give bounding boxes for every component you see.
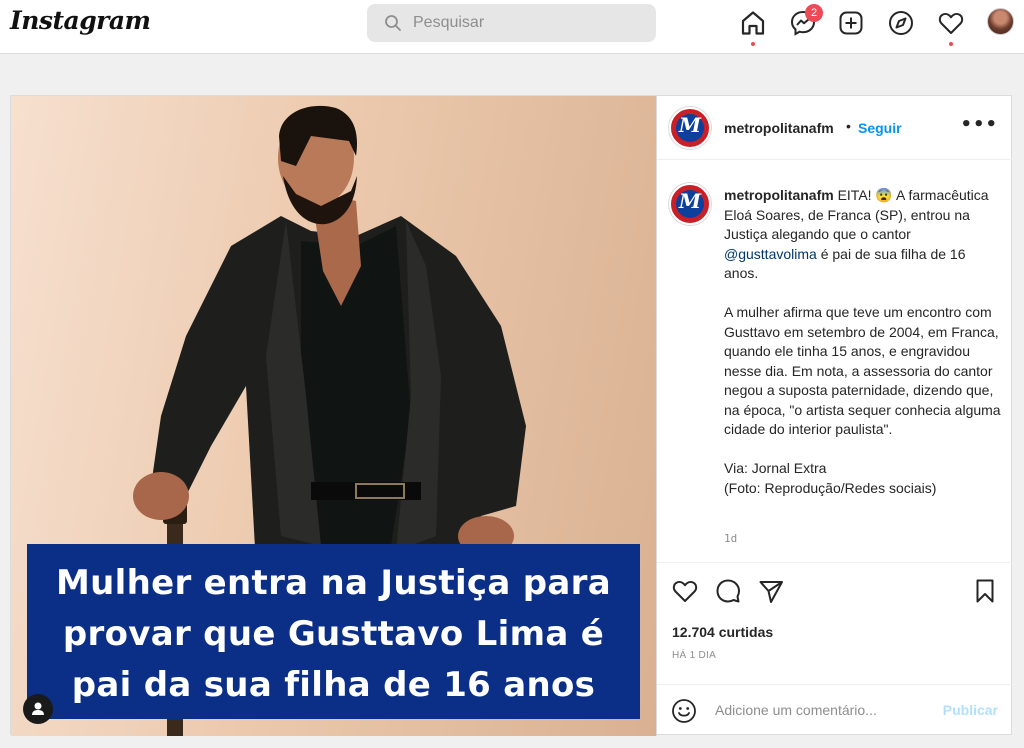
caption-photo-credit: (Foto: Reprodução/Redes sociais) bbox=[724, 479, 937, 496]
post-sidebar: M metropolitanafm • Seguir ••• M metropo… bbox=[656, 96, 1014, 736]
activity-button[interactable] bbox=[937, 9, 965, 37]
post-image[interactable]: Mulher entra na Justiça para provar que … bbox=[11, 96, 656, 736]
share-icon bbox=[759, 581, 783, 603]
post-header: M metropolitanafm • Seguir ••• bbox=[657, 96, 1014, 160]
like-button[interactable] bbox=[671, 577, 699, 605]
home-notification-dot bbox=[751, 42, 755, 46]
mention-link[interactable]: @gusttavolima bbox=[724, 246, 817, 262]
comment-button[interactable] bbox=[714, 577, 742, 605]
new-post-button[interactable] bbox=[837, 9, 865, 37]
instagram-logo[interactable]: Instagram bbox=[10, 6, 151, 35]
banner-line-2: provar que Gusttavo Lima é bbox=[62, 614, 605, 654]
caption-paragraph-3: Via: Jornal Extra (Foto: Reprodução/Redes… bbox=[724, 459, 1002, 498]
banner-line-1: Mulher entra na Justiça para bbox=[56, 563, 611, 603]
comment-icon bbox=[716, 579, 740, 603]
avatar-logo-mark: M bbox=[678, 113, 702, 137]
caption-paragraph-2: A mulher afirma que teve um encontro com… bbox=[724, 304, 1001, 437]
post-actions bbox=[657, 562, 1014, 622]
new-post-icon bbox=[839, 11, 863, 35]
caption-source: Via: Jornal Extra bbox=[724, 460, 827, 476]
share-button[interactable] bbox=[757, 577, 785, 605]
headline-banner: Mulher entra na Justiça para provar que … bbox=[27, 544, 640, 719]
post-card: Mulher entra na Justiça para provar que … bbox=[10, 95, 1014, 736]
explore-button[interactable] bbox=[887, 9, 915, 37]
comment-input[interactable] bbox=[715, 699, 925, 721]
home-icon bbox=[741, 11, 765, 35]
activity-heart-icon bbox=[938, 13, 964, 34]
comment-bar: Publicar bbox=[657, 684, 1014, 736]
bookmark-icon bbox=[976, 579, 994, 603]
heart-icon bbox=[672, 581, 698, 602]
home-button[interactable] bbox=[739, 9, 767, 37]
caption-username[interactable]: metropolitanafm bbox=[724, 187, 834, 203]
search-input[interactable] bbox=[413, 12, 643, 34]
avatar-logo-mark: M bbox=[678, 189, 702, 213]
likes-count[interactable]: 12.704 curtidas bbox=[672, 624, 773, 640]
post-caption: metropolitanafm EITA! 😨 A farmacêutica E… bbox=[724, 186, 1002, 518]
banner-line-3: pai da sua filha de 16 anos bbox=[71, 665, 596, 705]
profile-avatar[interactable] bbox=[987, 8, 1014, 35]
tagged-users-button[interactable] bbox=[23, 694, 53, 724]
top-nav-bar: Instagram 2 bbox=[0, 0, 1024, 54]
author-username[interactable]: metropolitanafm bbox=[724, 120, 834, 136]
author-avatar[interactable]: M bbox=[669, 107, 711, 149]
search-icon bbox=[385, 15, 401, 31]
user-icon bbox=[32, 702, 44, 715]
header-separator: • bbox=[846, 118, 851, 134]
follow-button[interactable]: Seguir bbox=[858, 120, 902, 136]
post-timestamp[interactable]: HÁ 1 DIA bbox=[672, 650, 716, 661]
activity-notification-dot bbox=[949, 42, 953, 46]
caption-author-avatar[interactable]: M bbox=[669, 183, 711, 225]
messenger-badge: 2 bbox=[805, 4, 823, 22]
search-box[interactable] bbox=[367, 4, 656, 42]
emoji-icon[interactable] bbox=[671, 698, 697, 724]
save-button[interactable] bbox=[971, 577, 999, 605]
more-options-button[interactable]: ••• bbox=[960, 114, 998, 135]
caption-paragraph-1: metropolitanafm EITA! 😨 A farmacêutica E… bbox=[724, 186, 1002, 284]
caption-age[interactable]: 1d bbox=[724, 532, 737, 545]
explore-icon bbox=[889, 11, 913, 35]
publish-button[interactable]: Publicar bbox=[943, 702, 998, 718]
